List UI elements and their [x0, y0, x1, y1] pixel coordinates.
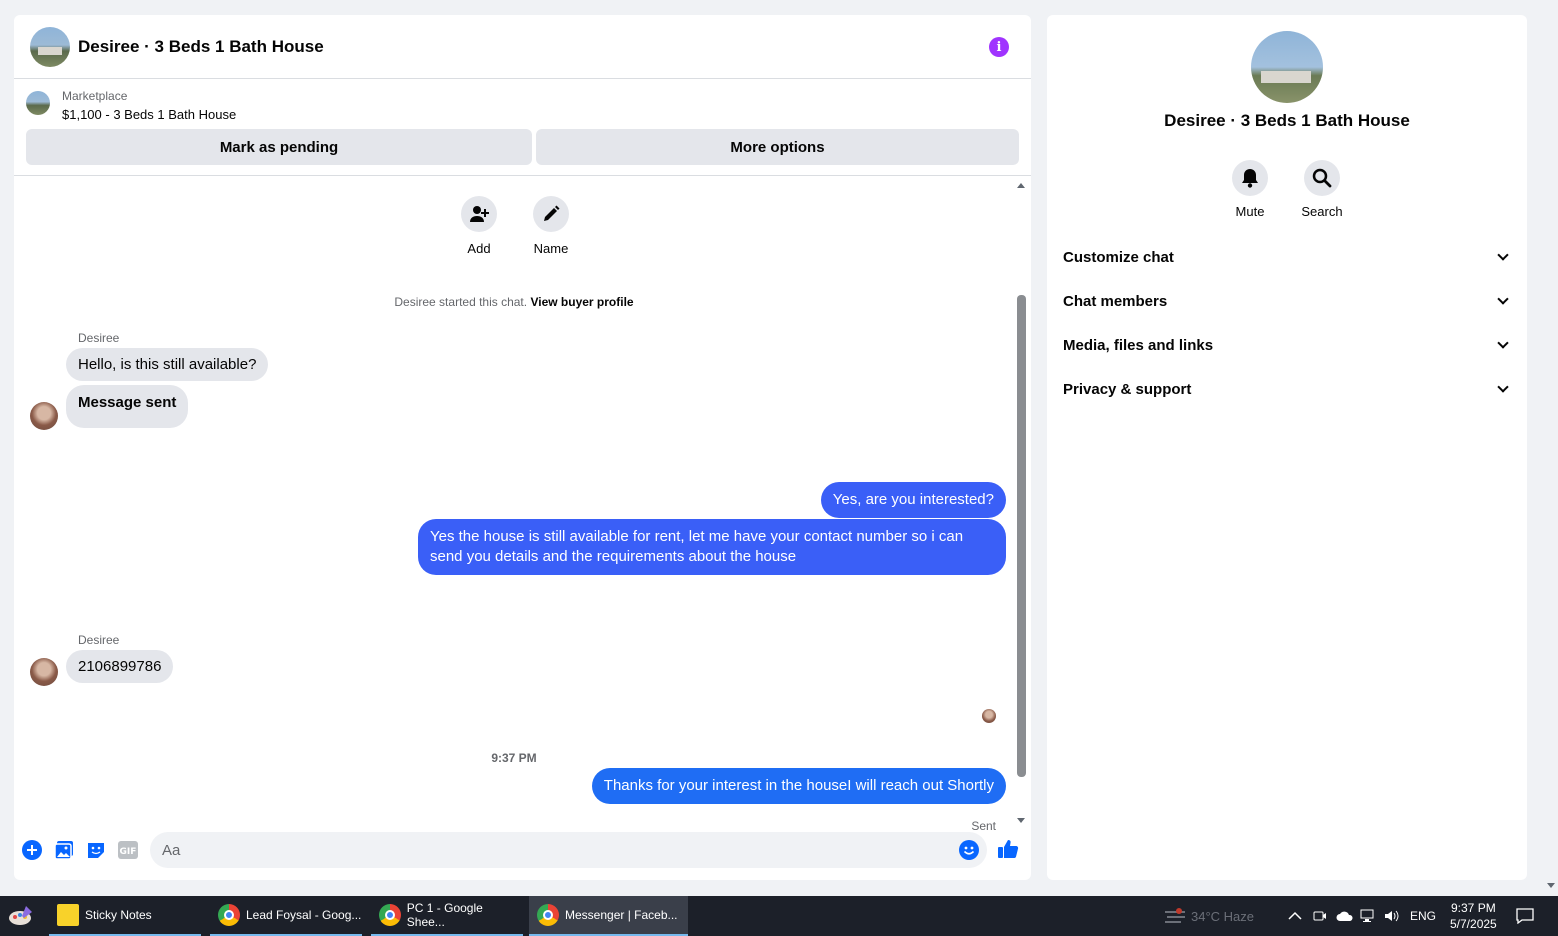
gallery-icon[interactable]: [54, 840, 74, 860]
search-icon: [1304, 160, 1340, 196]
chat-members-section[interactable]: Chat members: [1063, 279, 1513, 323]
language-indicator[interactable]: ENG: [1410, 896, 1436, 936]
listing-thumbnail[interactable]: [26, 91, 50, 115]
desiree-avatar[interactable]: [30, 658, 58, 686]
taskbar-sticky-notes[interactable]: Sticky Notes: [49, 896, 201, 936]
listing-avatar[interactable]: [30, 26, 70, 67]
chevron-up-icon[interactable]: [1288, 896, 1302, 936]
chevron-down-icon: [1497, 337, 1509, 349]
onedrive-cloud-icon[interactable]: [1336, 896, 1354, 936]
marketplace-label: Marketplace: [62, 89, 128, 103]
add-person-icon: [461, 196, 497, 232]
customize-chat-section[interactable]: Customize chat: [1063, 235, 1513, 279]
clock-time: 9:37 PM: [1451, 901, 1496, 915]
incoming-message[interactable]: Message sent: [66, 385, 189, 428]
haze-icon: [1165, 908, 1185, 923]
name-label: Name: [533, 241, 569, 256]
chrome-icon: [379, 904, 401, 926]
message-scrollbar[interactable]: [1016, 181, 1026, 823]
start-icon[interactable]: [8, 904, 34, 928]
message-list[interactable]: Add Name Desiree started this chat. View…: [14, 177, 1031, 833]
scroll-up-arrow[interactable]: [1017, 183, 1025, 188]
outgoing-message[interactable]: Yes, are you interested?: [820, 482, 1006, 518]
chat-info-panel: Desiree · 3 Beds 1 Bath House Mute Searc…: [1047, 15, 1527, 880]
meet-now-icon[interactable]: [1313, 896, 1327, 936]
emoji-icon[interactable]: [959, 840, 979, 860]
listing-title[interactable]: $1,100 - 3 Beds 1 Bath House: [62, 107, 236, 122]
svg-text:GIF: GIF: [120, 847, 137, 857]
taskbar-chrome-pc1-sheets[interactable]: PC 1 - Google Shee...: [371, 896, 523, 936]
info-title: Desiree · 3 Beds 1 Bath House: [1164, 111, 1410, 130]
seen-indicator-avatar: [982, 709, 996, 723]
chevron-down-icon: [1497, 381, 1509, 393]
mark-as-pending-button[interactable]: Mark as pending: [26, 129, 532, 165]
taskbar-app-label: Messenger | Faceb...: [565, 908, 678, 922]
chrome-icon: [537, 904, 559, 926]
taskbar-chrome-lead-foysal[interactable]: Lead Foysal - Goog...: [210, 896, 362, 936]
page-scrollbar[interactable]: [1545, 0, 1558, 895]
volume-icon[interactable]: [1384, 896, 1400, 936]
incoming-message[interactable]: 2106899786: [66, 650, 174, 683]
privacy-support-section[interactable]: Privacy & support: [1063, 367, 1513, 411]
incoming-message[interactable]: Hello, is this still available?: [66, 348, 269, 381]
taskbar-chrome-messenger[interactable]: Messenger | Faceb...: [529, 896, 688, 936]
marketplace-bar: Marketplace $1,100 - 3 Beds 1 Bath House…: [14, 79, 1031, 176]
sticky-notes-icon: [57, 904, 79, 926]
add-label: Add: [467, 241, 491, 256]
section-label: Chat members: [1063, 292, 1168, 310]
scroll-down-arrow[interactable]: [1547, 883, 1555, 888]
outgoing-message[interactable]: Thanks for your interest in the houseI w…: [591, 768, 1006, 804]
notifications-icon[interactable]: [1516, 896, 1534, 936]
like-thumb-icon[interactable]: [997, 838, 1019, 865]
gif-icon[interactable]: GIF: [118, 840, 138, 860]
mute-button[interactable]: Mute: [1220, 160, 1280, 219]
taskbar-app-label: PC 1 - Google Shee...: [406, 901, 483, 929]
taskbar: Sticky Notes Lead Foysal - Goog... PC 1 …: [0, 896, 1558, 936]
bell-icon: [1232, 160, 1268, 196]
info-icon[interactable]: i: [989, 37, 1009, 57]
composer: GIF: [14, 830, 1031, 870]
chat-panel: Desiree · 3 Beds 1 Bath House i Marketpl…: [14, 15, 1031, 880]
message-timestamp: 9:37 PM: [491, 751, 537, 765]
message-input[interactable]: [150, 832, 987, 868]
section-label: Privacy & support: [1063, 380, 1192, 398]
search-button[interactable]: Search: [1292, 160, 1352, 219]
plus-icon[interactable]: [22, 840, 42, 860]
outgoing-message[interactable]: Yes the house is still available for ren…: [418, 519, 1006, 575]
network-icon[interactable]: [1360, 896, 1376, 936]
desiree-avatar[interactable]: [30, 402, 58, 430]
add-people-button[interactable]: Add: [449, 196, 509, 256]
media-files-links-section[interactable]: Media, files and links: [1063, 323, 1513, 367]
sticker-icon[interactable]: [86, 840, 106, 860]
chat-title[interactable]: Desiree · 3 Beds 1 Bath House: [78, 37, 324, 57]
chevron-down-icon: [1497, 293, 1509, 305]
taskbar-app-label: Lead Foysal - Goog...: [246, 908, 362, 922]
scroll-down-arrow[interactable]: [1017, 818, 1025, 823]
chat-started-text: Desiree started this chat.: [394, 295, 528, 309]
name-button[interactable]: Name: [521, 196, 581, 256]
clock-date: 5/7/2025: [1450, 917, 1497, 931]
chevron-down-icon: [1497, 249, 1509, 261]
chat-started-notice: Desiree started this chat. View buyer pr…: [14, 295, 1014, 309]
chat-header: Desiree · 3 Beds 1 Bath House i: [14, 15, 1031, 79]
more-options-button[interactable]: More options: [536, 129, 1019, 165]
scroll-thumb[interactable]: [1017, 295, 1026, 777]
sender-name: Desiree: [78, 633, 120, 647]
search-label: Search: [1301, 204, 1343, 219]
clock[interactable]: 9:37 PM 5/7/2025: [1450, 896, 1497, 936]
taskbar-app-label: Sticky Notes: [85, 908, 152, 922]
info-avatar[interactable]: [1251, 31, 1323, 103]
weather-widget[interactable]: 34°C Haze: [1165, 896, 1254, 936]
mute-label: Mute: [1235, 204, 1265, 219]
sender-name: Desiree: [78, 331, 120, 345]
weather-text: 34°C Haze: [1191, 908, 1255, 924]
section-label: Customize chat: [1063, 248, 1174, 266]
view-buyer-profile-link[interactable]: View buyer profile: [530, 295, 633, 309]
pencil-icon: [533, 196, 569, 232]
section-label: Media, files and links: [1063, 336, 1214, 354]
chrome-icon: [218, 904, 240, 926]
